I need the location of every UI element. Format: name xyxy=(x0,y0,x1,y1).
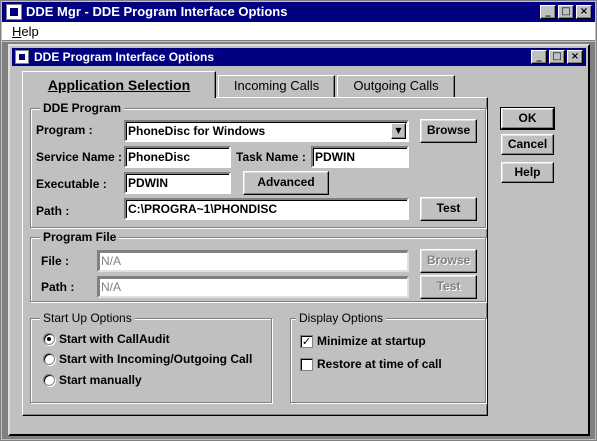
file-path-field[interactable]: N/A xyxy=(97,276,409,298)
executable-field[interactable]: PDWIN xyxy=(124,172,231,194)
main-window-title: DDE Mgr - DDE Program Interface Options xyxy=(26,4,288,19)
help-button[interactable]: Help xyxy=(501,162,554,183)
file-browse-button[interactable]: Browse xyxy=(420,249,477,273)
path-label: Path : xyxy=(36,204,70,218)
child-title-bar[interactable]: DDE Program Interface Options _ □ × xyxy=(12,48,586,66)
checkbox-label: Minimize at startup xyxy=(317,334,426,348)
test-button[interactable]: Test xyxy=(420,197,477,221)
checkmark-icon[interactable]: ✓ xyxy=(300,334,313,348)
file-test-button[interactable]: Test xyxy=(420,275,477,299)
path-field[interactable]: C:\PROGRA~1\PHONDISC xyxy=(124,198,409,220)
tab-label: Application Selection xyxy=(47,77,191,93)
service-name-label: Service Name : xyxy=(36,150,123,164)
tab-label: Incoming Calls xyxy=(233,78,320,93)
maximize-button[interactable]: □ xyxy=(558,5,574,19)
task-name-label: Task Name : xyxy=(236,150,306,164)
ok-button[interactable]: OK xyxy=(500,107,555,130)
tab-application-selection[interactable]: Application Selection xyxy=(22,71,216,98)
child-window-title: DDE Program Interface Options xyxy=(34,50,215,64)
advanced-button[interactable]: Advanced xyxy=(243,171,329,195)
executable-label: Executable : xyxy=(36,177,107,191)
chevron-down-icon[interactable]: ▼ xyxy=(391,123,406,139)
startup-options-group-label: Start Up Options xyxy=(40,311,135,325)
radio-unselected-icon[interactable] xyxy=(43,353,55,365)
file-path-label: Path : xyxy=(41,280,75,294)
radio-label: Start with CallAudit xyxy=(59,332,170,346)
menu-bar: Help xyxy=(2,22,595,41)
child-close-button[interactable]: × xyxy=(567,50,583,64)
app-icon[interactable] xyxy=(6,4,22,20)
checkbox-empty-icon[interactable] xyxy=(300,357,313,371)
service-name-field[interactable]: PhoneDisc xyxy=(124,146,231,168)
radio-selected-icon[interactable] xyxy=(43,333,55,345)
checkbox-minimize-at-startup[interactable]: ✓ Minimize at startup xyxy=(300,334,426,348)
child-maximize-button[interactable]: □ xyxy=(549,50,565,64)
cancel-button[interactable]: Cancel xyxy=(501,134,554,155)
radio-label: Start with Incoming/Outgoing Call xyxy=(59,352,253,366)
checkbox-label: Restore at time of call xyxy=(317,357,442,371)
display-options-group-label: Display Options xyxy=(296,311,387,325)
menu-help[interactable]: Help xyxy=(2,22,49,41)
close-button[interactable]: × xyxy=(576,5,592,19)
program-select-value: PhoneDisc for Windows xyxy=(128,124,266,138)
radio-start-manually[interactable]: Start manually xyxy=(43,373,142,387)
program-label: Program : xyxy=(36,123,93,137)
program-file-group-label: Program File xyxy=(40,230,120,244)
checkbox-restore-at-call[interactable]: Restore at time of call xyxy=(300,357,442,371)
child-minimize-button[interactable]: _ xyxy=(531,50,547,64)
child-app-icon[interactable] xyxy=(15,50,29,64)
radio-start-with-call[interactable]: Start with Incoming/Outgoing Call xyxy=(43,352,252,366)
program-select[interactable]: PhoneDisc for Windows ▼ xyxy=(124,120,409,142)
radio-label: Start manually xyxy=(59,373,142,387)
radio-unselected-icon[interactable] xyxy=(43,374,55,386)
radio-start-with-callaudit[interactable]: Start with CallAudit xyxy=(43,332,170,346)
file-label: File : xyxy=(41,254,70,268)
task-name-field[interactable]: PDWIN xyxy=(311,146,409,168)
tab-outgoing-calls[interactable]: Outgoing Calls xyxy=(337,75,455,97)
dde-program-group-label: DDE Program xyxy=(40,101,125,115)
browse-button[interactable]: Browse xyxy=(420,119,477,143)
file-field[interactable]: N/A xyxy=(97,250,409,272)
minimize-button[interactable]: _ xyxy=(540,5,556,19)
main-title-bar[interactable]: DDE Mgr - DDE Program Interface Options … xyxy=(2,2,595,22)
tab-label: Outgoing Calls xyxy=(353,78,439,93)
tab-incoming-calls[interactable]: Incoming Calls xyxy=(218,75,335,97)
